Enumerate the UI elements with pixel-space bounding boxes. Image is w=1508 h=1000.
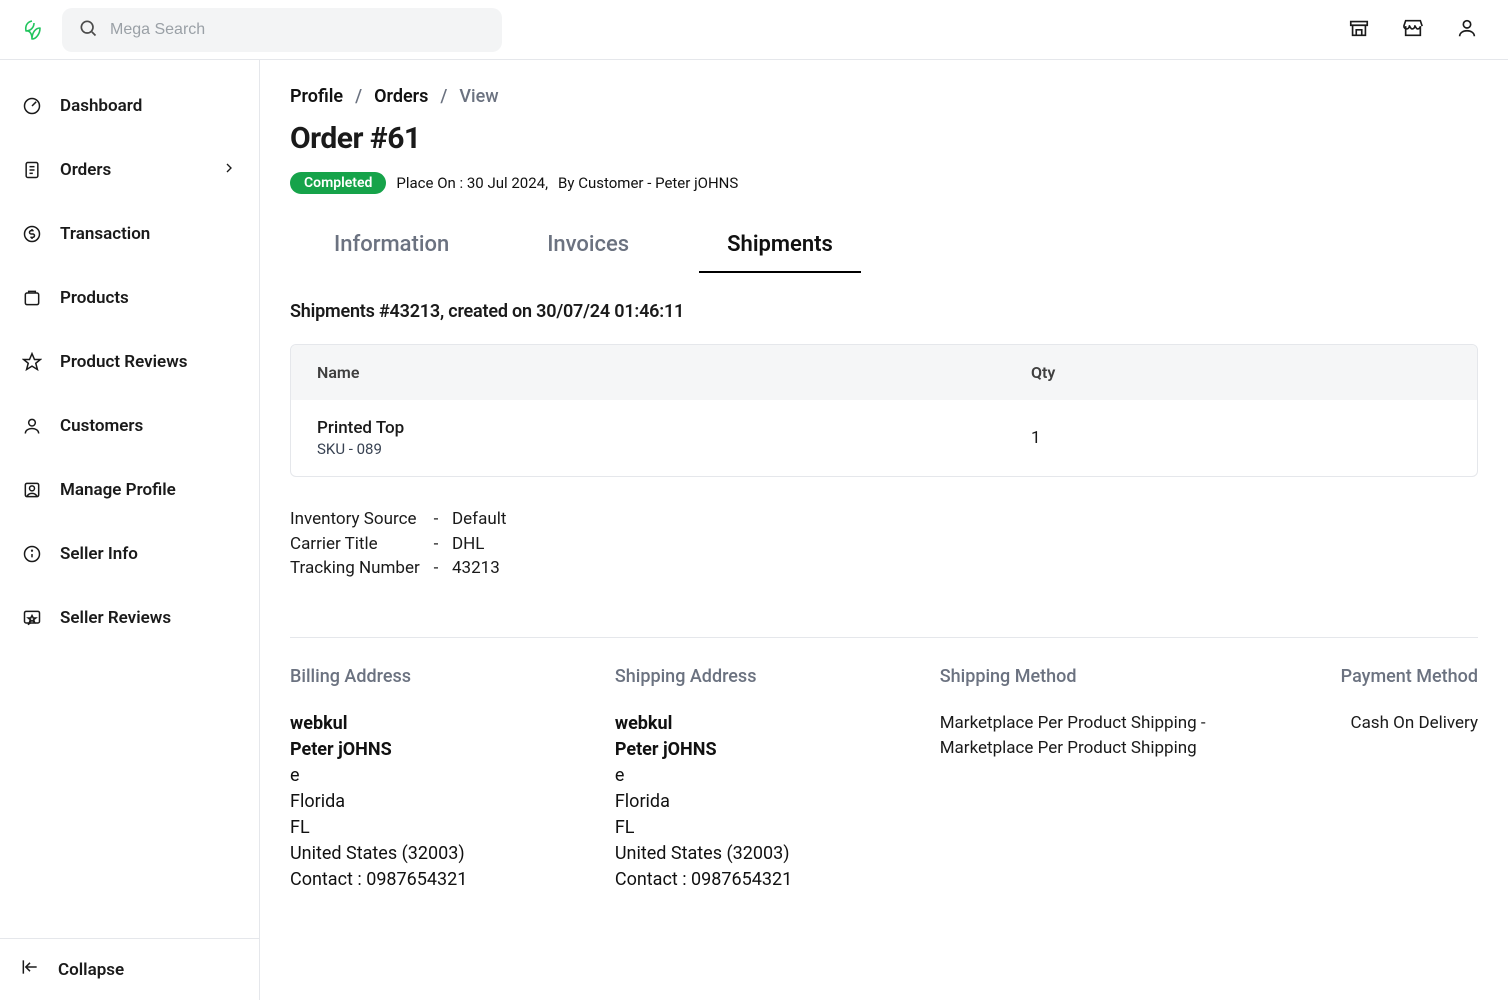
billing-address: webkul Peter jOHNS e Florida FL United S…	[290, 711, 595, 894]
table-row: Printed Top SKU - 089 1	[291, 400, 1477, 476]
sidebar-collapse[interactable]: Collapse	[0, 938, 259, 1000]
sidebar-item-label: Transaction	[60, 224, 150, 244]
breadcrumb-sep: /	[355, 86, 362, 107]
addr-contact: Contact : 0987654321	[290, 867, 595, 893]
addr-country: United States (32003)	[615, 841, 920, 867]
addr-line1: e	[615, 763, 920, 789]
collapse-icon	[20, 957, 40, 982]
tracking-number-label: Tracking Number	[290, 556, 420, 581]
tab-invoices[interactable]: Invoices	[533, 224, 643, 273]
table-header: Name Qty	[291, 345, 1477, 400]
shipment-details: Inventory Source - Default Carrier Title…	[290, 507, 1478, 581]
sidebar-item-transaction[interactable]: Transaction	[8, 202, 251, 266]
top-bar	[0, 0, 1508, 60]
breadcrumb-sep: /	[440, 86, 447, 107]
addr-name: Peter jOHNS	[615, 737, 920, 763]
search-icon	[78, 18, 98, 42]
shipment-heading: Shipments #43213, created on 30/07/24 01…	[290, 301, 1478, 322]
order-footer: Billing Address webkul Peter jOHNS e Flo…	[290, 666, 1478, 894]
addr-company: webkul	[290, 711, 595, 737]
sidebar-item-seller-reviews[interactable]: Seller Reviews	[8, 586, 251, 650]
chevron-right-icon	[221, 160, 237, 181]
inventory-source-value: Default	[452, 507, 506, 532]
shipping-address-heading: Shipping Address	[615, 666, 920, 687]
sidebar-item-products[interactable]: Products	[8, 266, 251, 330]
breadcrumb: Profile / Orders / View	[290, 86, 1478, 107]
addr-state: FL	[615, 815, 920, 841]
tab-information[interactable]: Information	[320, 224, 463, 273]
sidebar-item-label: Seller Reviews	[60, 608, 171, 628]
shop-icon[interactable]	[1402, 17, 1424, 43]
payment-method-heading: Payment Method	[1265, 666, 1478, 687]
kv-dash: -	[432, 532, 440, 557]
order-tabs: Information Invoices Shipments	[290, 224, 1478, 273]
kv-dash: -	[432, 556, 440, 581]
product-qty: 1	[1031, 428, 1451, 448]
addr-name: Peter jOHNS	[290, 737, 595, 763]
addr-city: Florida	[290, 789, 595, 815]
addr-city: Florida	[615, 789, 920, 815]
addr-state: FL	[290, 815, 595, 841]
placed-on-text: Place On : 30 Jul 2024,	[396, 174, 548, 192]
sidebar-item-orders[interactable]: Orders	[8, 138, 251, 202]
sidebar-item-label: Orders	[60, 160, 111, 180]
sidebar-item-customers[interactable]: Customers	[8, 394, 251, 458]
by-customer-text: By Customer - Peter jOHNS	[558, 174, 738, 192]
carrier-title-label: Carrier Title	[290, 532, 420, 557]
sidebar-item-label: Customers	[60, 416, 143, 436]
main-content: Profile / Orders / View Order #61 Comple…	[260, 60, 1508, 1000]
inventory-source-label: Inventory Source	[290, 507, 420, 532]
sidebar-item-seller-info[interactable]: Seller Info	[8, 522, 251, 586]
sidebar-item-product-reviews[interactable]: Product Reviews	[8, 330, 251, 394]
col-qty: Qty	[1031, 363, 1451, 382]
addr-line1: e	[290, 763, 595, 789]
tab-shipments[interactable]: Shipments	[713, 224, 847, 273]
search-input[interactable]	[110, 21, 486, 39]
shipment-items-table: Name Qty Printed Top SKU - 089 1	[290, 344, 1478, 477]
payment-method-value: Cash On Delivery	[1265, 711, 1478, 736]
addr-contact: Contact : 0987654321	[615, 867, 920, 893]
addr-company: webkul	[615, 711, 920, 737]
carrier-title-value: DHL	[452, 532, 484, 557]
mega-search[interactable]	[62, 8, 502, 52]
storefront-icon[interactable]	[1348, 17, 1370, 43]
addr-country: United States (32003)	[290, 841, 595, 867]
breadcrumb-orders[interactable]: Orders	[374, 86, 428, 107]
sidebar-item-label: Dashboard	[60, 96, 142, 116]
sidebar-item-label: Products	[60, 288, 129, 308]
order-meta: Completed Place On : 30 Jul 2024, By Cus…	[290, 172, 1478, 194]
breadcrumb-profile[interactable]: Profile	[290, 86, 343, 107]
page-title: Order #61	[290, 121, 1478, 156]
product-name: Printed Top	[317, 418, 1031, 438]
sidebar-item-dashboard[interactable]: Dashboard	[8, 74, 251, 138]
sidebar-item-manage-profile[interactable]: Manage Profile	[8, 458, 251, 522]
sidebar: Dashboard Orders Transaction Products	[0, 60, 260, 1000]
topbar-actions	[1348, 17, 1488, 43]
sidebar-item-label: Seller Info	[60, 544, 138, 564]
product-sku: SKU - 089	[317, 440, 1031, 458]
shipping-method-heading: Shipping Method	[940, 666, 1245, 687]
brand-logo[interactable]	[18, 16, 46, 44]
collapse-label: Collapse	[58, 960, 124, 980]
sidebar-item-label: Manage Profile	[60, 480, 176, 500]
sidebar-item-label: Product Reviews	[60, 352, 187, 372]
billing-address-heading: Billing Address	[290, 666, 595, 687]
tracking-number-value: 43213	[452, 556, 500, 581]
shipping-method-value: Marketplace Per Product Shipping - Marke…	[940, 711, 1245, 760]
profile-icon[interactable]	[1456, 17, 1478, 43]
shipping-address: webkul Peter jOHNS e Florida FL United S…	[615, 711, 920, 894]
status-badge: Completed	[290, 172, 386, 194]
breadcrumb-current: View	[459, 86, 498, 107]
kv-dash: -	[432, 507, 440, 532]
col-name: Name	[317, 363, 1031, 382]
